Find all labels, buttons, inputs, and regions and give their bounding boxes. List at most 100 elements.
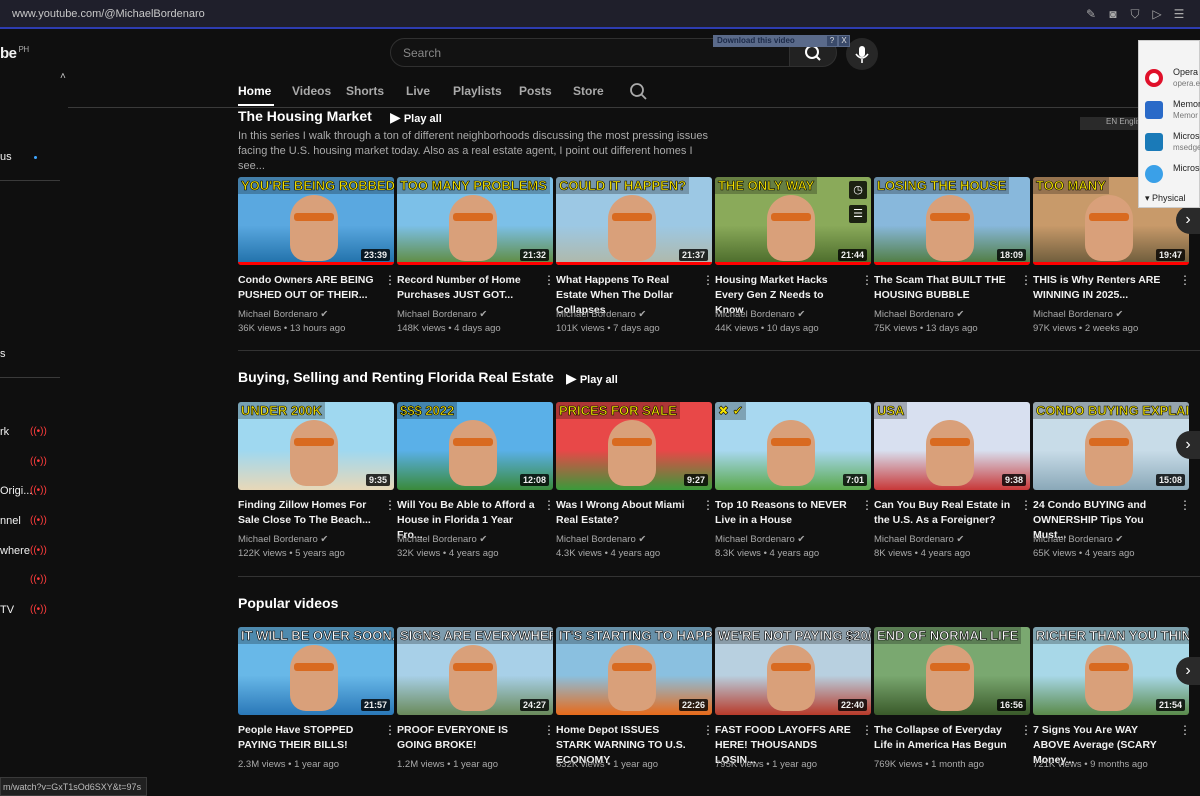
- close-button[interactable]: X: [839, 36, 849, 46]
- more-options-icon[interactable]: ⋮: [1179, 273, 1191, 287]
- more-options-icon[interactable]: ⋮: [702, 723, 714, 737]
- video-thumbnail[interactable]: PRICES FOR SALE 9:27: [556, 402, 712, 490]
- channel-name[interactable]: Michael Bordenaro ✔: [715, 309, 805, 320]
- sidebar-item[interactable]: TV: [0, 604, 14, 616]
- more-options-icon[interactable]: ⋮: [1020, 498, 1032, 512]
- next-arrow-button[interactable]: ›: [1176, 657, 1200, 685]
- popup-item[interactable]: Microso: [1143, 161, 1200, 191]
- video-thumbnail[interactable]: IT WILL BE OVER SOON.. 21:57: [238, 627, 394, 715]
- video-thumbnail[interactable]: LOSING THE HOUSE 18:09: [874, 177, 1030, 265]
- next-arrow-button[interactable]: ›: [1176, 431, 1200, 459]
- channel-name[interactable]: Michael Bordenaro ✔: [238, 309, 328, 320]
- video-thumbnail[interactable]: UNDER 200K 9:35: [238, 402, 394, 490]
- video-thumbnail[interactable]: IT'S STARTING TO HAPPEN.. 22:26: [556, 627, 712, 715]
- video-title[interactable]: THIS is Why Renters ARE WINNING IN 2025.…: [1033, 273, 1173, 303]
- channel-name[interactable]: Michael Bordenaro ✔: [1033, 534, 1123, 545]
- more-options-icon[interactable]: ⋮: [543, 498, 555, 512]
- video-title[interactable]: Finding Zillow Homes For Sale Close To T…: [238, 498, 378, 528]
- more-options-icon[interactable]: ⋮: [702, 273, 714, 287]
- edit-icon[interactable]: ✎: [1084, 7, 1098, 21]
- video-title[interactable]: Top 10 Reasons to NEVER Live in a House: [715, 498, 855, 528]
- more-options-icon[interactable]: ⋮: [543, 273, 555, 287]
- channel-search-icon[interactable]: [629, 82, 649, 102]
- tab-shorts[interactable]: Shorts: [346, 84, 384, 98]
- sidebar-item[interactable]: rk: [0, 426, 9, 438]
- video-title[interactable]: PROOF EVERYONE IS GOING BROKE!: [397, 723, 537, 753]
- shield-icon[interactable]: ⛉: [1128, 7, 1142, 21]
- more-options-icon[interactable]: ⋮: [1179, 723, 1191, 737]
- play-all-button[interactable]: ▶ Play all: [566, 370, 618, 387]
- section-title[interactable]: The Housing Market: [238, 108, 372, 124]
- more-options-icon[interactable]: ⋮: [1179, 498, 1191, 512]
- camera-icon[interactable]: ◙: [1106, 7, 1120, 21]
- popup-item[interactable]: Microsomsedge: [1143, 129, 1200, 159]
- more-options-icon[interactable]: ⋮: [702, 498, 714, 512]
- video-thumbnail[interactable]: $$$ 2022 12:08: [397, 402, 553, 490]
- video-title[interactable]: Record Number of Home Purchases JUST GOT…: [397, 273, 537, 303]
- tab-live[interactable]: Live: [406, 84, 430, 98]
- video-thumbnail[interactable]: THE ONLY WAY 21:44 ◷ ☰: [715, 177, 871, 265]
- url-text[interactable]: www.youtube.com/@MichaelBordenaro: [12, 8, 205, 20]
- channel-name[interactable]: Michael Bordenaro ✔: [874, 534, 964, 545]
- more-options-icon[interactable]: ⋮: [384, 273, 396, 287]
- video-thumbnail[interactable]: RICHER THAN YOU THINK! 21:54: [1033, 627, 1189, 715]
- send-icon[interactable]: ▷: [1150, 7, 1164, 21]
- video-title[interactable]: The Collapse of Everyday Life in America…: [874, 723, 1014, 753]
- more-options-icon[interactable]: ⋮: [861, 273, 873, 287]
- video-thumbnail[interactable]: USA 9:38: [874, 402, 1030, 490]
- video-thumbnail[interactable]: COULD IT HAPPEN? 21:37: [556, 177, 712, 265]
- video-thumbnail[interactable]: YOU'RE BEING ROBBED 23:39: [238, 177, 394, 265]
- video-title[interactable]: The Scam That BUILT THE HOUSING BUBBLE: [874, 273, 1014, 303]
- sidebar-item[interactable]: s: [0, 348, 6, 360]
- voice-search-button[interactable]: [846, 38, 878, 70]
- section-title[interactable]: Popular videos: [238, 595, 338, 611]
- tab-store[interactable]: Store: [573, 84, 604, 98]
- more-options-icon[interactable]: ⋮: [384, 498, 396, 512]
- more-options-icon[interactable]: ⋮: [861, 723, 873, 737]
- popup-item[interactable]: Opera Iopera.e: [1143, 65, 1200, 95]
- video-thumbnail[interactable]: SIGNS ARE EVERYWHERE! 24:27: [397, 627, 553, 715]
- more-options-icon[interactable]: ⋮: [861, 498, 873, 512]
- video-thumbnail[interactable]: TOO MANY PROBLEMS 21:32: [397, 177, 553, 265]
- watch-later-icon[interactable]: ◷: [849, 181, 867, 199]
- channel-name[interactable]: Michael Bordenaro ✔: [397, 534, 487, 545]
- channel-name[interactable]: Michael Bordenaro ✔: [238, 534, 328, 545]
- tab-home[interactable]: Home: [238, 84, 271, 98]
- download-video-bar[interactable]: Download this video ? X: [713, 35, 850, 47]
- tab-playlists[interactable]: Playlists: [453, 84, 502, 98]
- popup-footer[interactable]: ▾ Physical: [1145, 193, 1186, 204]
- video-thumbnail[interactable]: ✖ ✔ 7:01: [715, 402, 871, 490]
- chevron-up-icon[interactable]: ˄: [60, 71, 66, 82]
- channel-name[interactable]: Michael Bordenaro ✔: [556, 534, 646, 545]
- more-options-icon[interactable]: ⋮: [384, 723, 396, 737]
- video-thumbnail[interactable]: WE'RE NOT PAYING $20/HR! 22:40: [715, 627, 871, 715]
- add-to-queue-icon[interactable]: ☰: [849, 205, 867, 223]
- sidebar-item[interactable]: us: [0, 151, 12, 163]
- sidebar-item[interactable]: nnel: [0, 515, 21, 527]
- tab-posts[interactable]: Posts: [519, 84, 552, 98]
- extensions-icon[interactable]: ☰: [1172, 7, 1186, 21]
- video-thumbnail[interactable]: CONDO BUYING EXPLAINED! 15:08: [1033, 402, 1189, 490]
- more-options-icon[interactable]: ⋮: [1020, 273, 1032, 287]
- tab-videos[interactable]: Videos: [292, 84, 331, 98]
- more-options-icon[interactable]: ⋮: [1020, 723, 1032, 737]
- video-thumbnail[interactable]: END OF NORMAL LIFE 16:56: [874, 627, 1030, 715]
- youtube-logo[interactable]: be PH: [0, 45, 29, 62]
- sidebar-item[interactable]: where: [0, 545, 30, 557]
- video-title[interactable]: People Have STOPPED PAYING THEIR BILLS!: [238, 723, 378, 753]
- help-button[interactable]: ?: [827, 36, 837, 46]
- sidebar-item[interactable]: Origi...: [0, 485, 32, 497]
- channel-name[interactable]: Michael Bordenaro ✔: [1033, 309, 1123, 320]
- video-title[interactable]: Was I Wrong About Miami Real Estate?: [556, 498, 696, 528]
- play-all-button[interactable]: ▶ Play all: [390, 109, 442, 126]
- popup-item[interactable]: Memor Memor: [1143, 97, 1200, 127]
- video-title[interactable]: Can You Buy Real Estate in the U.S. As a…: [874, 498, 1014, 528]
- channel-name[interactable]: Michael Bordenaro ✔: [715, 534, 805, 545]
- channel-name[interactable]: Michael Bordenaro ✔: [397, 309, 487, 320]
- section-title[interactable]: Buying, Selling and Renting Florida Real…: [238, 369, 554, 385]
- next-arrow-button[interactable]: ›: [1176, 206, 1200, 234]
- video-title[interactable]: Condo Owners ARE BEING PUSHED OUT OF THE…: [238, 273, 378, 303]
- channel-name[interactable]: Michael Bordenaro ✔: [874, 309, 964, 320]
- more-options-icon[interactable]: ⋮: [543, 723, 555, 737]
- channel-name[interactable]: Michael Bordenaro ✔: [556, 309, 646, 320]
